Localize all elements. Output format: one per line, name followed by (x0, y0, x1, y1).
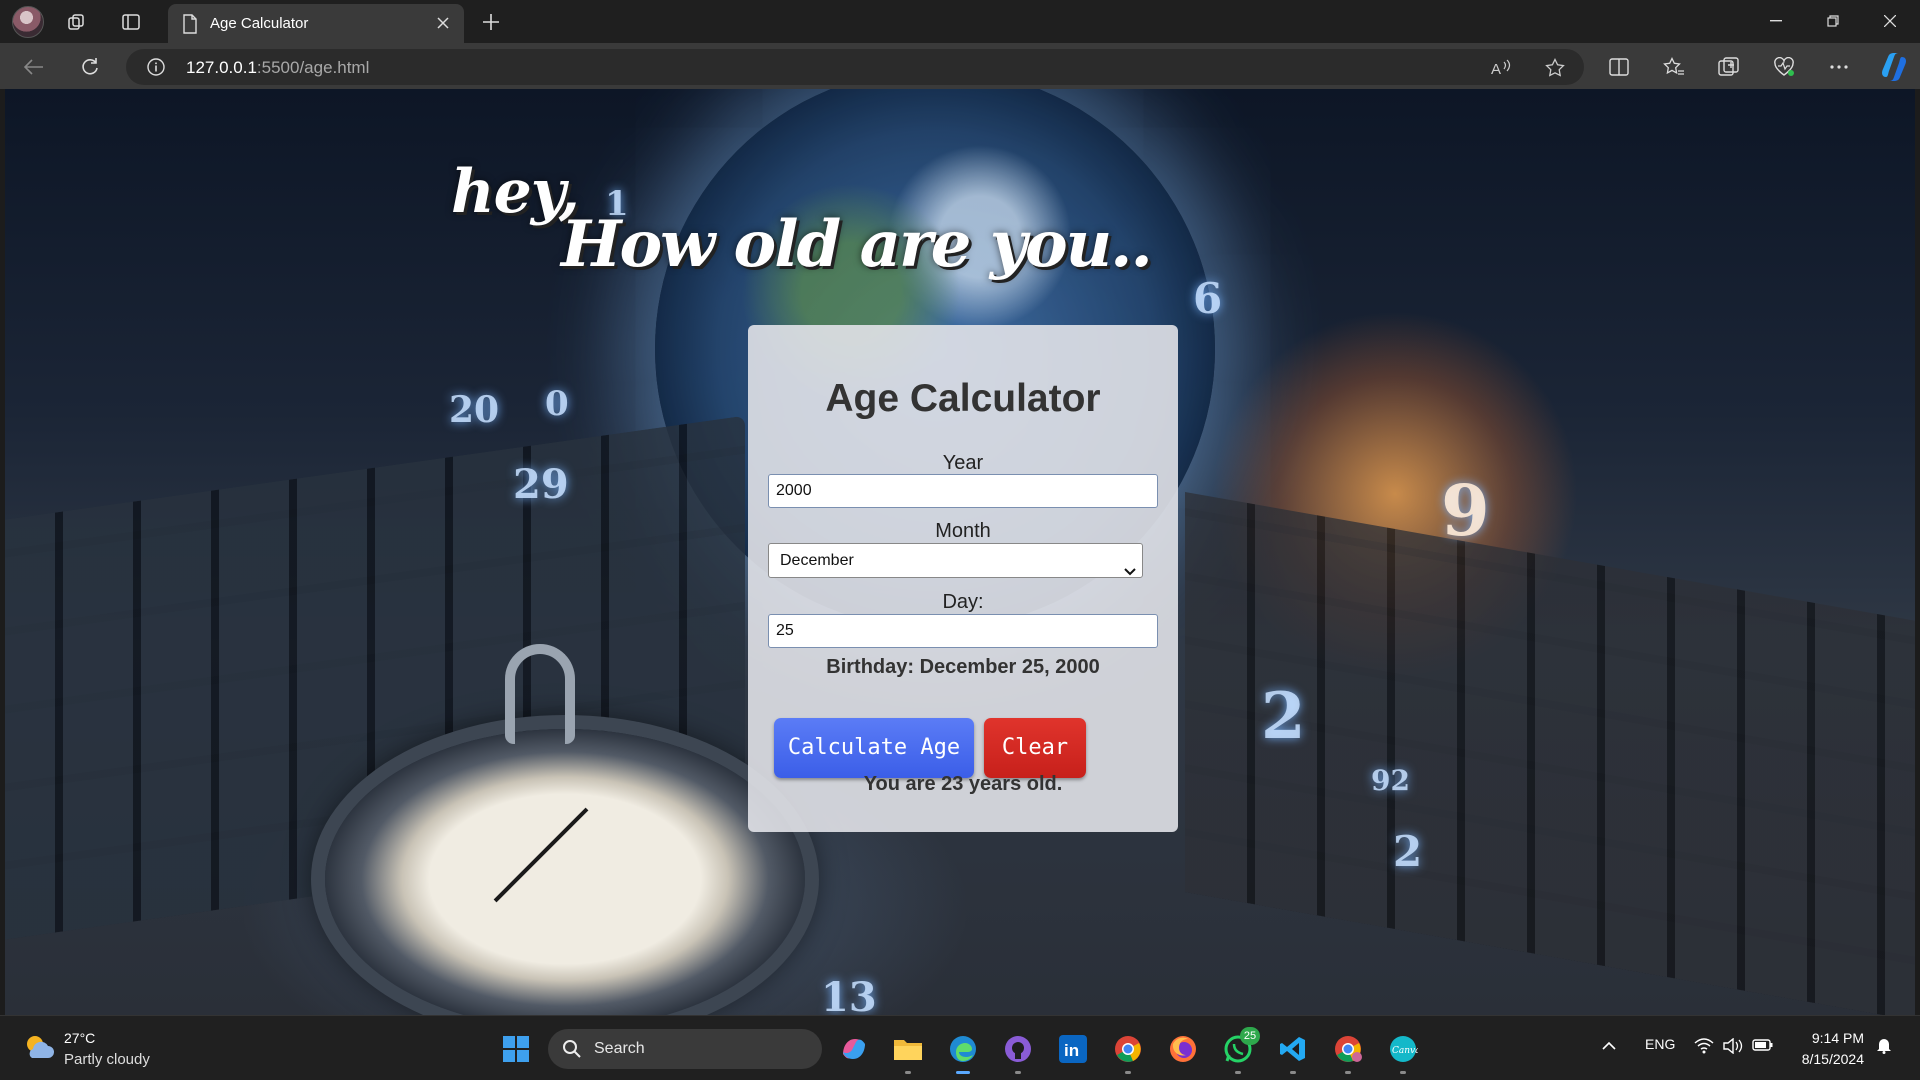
floating-number: 29 (513, 461, 569, 508)
close-tab-icon[interactable] (432, 12, 454, 34)
more-options-icon[interactable] (1823, 51, 1855, 83)
address-bar[interactable]: 127.0.0.1:5500/age.html A (126, 49, 1584, 85)
browser-toolbar: 127.0.0.1:5500/age.html A (0, 43, 1920, 89)
document-icon (182, 14, 198, 39)
heading-hey: hey, (451, 157, 580, 227)
clock-date[interactable]: 8/15/2024 (1790, 1051, 1864, 1067)
weather-temperature[interactable]: 27°C (64, 1030, 95, 1046)
canva-icon[interactable]: Canva (1385, 1031, 1421, 1074)
chrome-profile-icon[interactable] (1330, 1031, 1366, 1074)
clock-time[interactable]: 9:14 PM (1808, 1030, 1864, 1046)
copilot-app-icon[interactable] (836, 1031, 872, 1067)
weather-description[interactable]: Partly cloudy (64, 1051, 150, 1068)
svg-text:Canva: Canva (1392, 1046, 1418, 1056)
year-input[interactable]: 2000 (768, 474, 1158, 508)
calculate-age-button[interactable]: Calculate Age (774, 718, 974, 778)
restore-icon[interactable] (1813, 6, 1853, 36)
profile-avatar[interactable] (12, 6, 44, 38)
clear-button[interactable]: Clear (984, 718, 1086, 778)
floating-number: 0 (545, 384, 569, 424)
month-label: Month (935, 520, 991, 542)
split-screen-icon[interactable] (1603, 51, 1635, 83)
favorites-icon[interactable] (1658, 51, 1690, 83)
language-indicator[interactable]: ENG (1645, 1036, 1675, 1052)
chrome-icon[interactable] (1110, 1031, 1146, 1074)
active-indicator (956, 1071, 970, 1074)
floating-number: 92 (1371, 764, 1410, 797)
copilot-icon[interactable] (1878, 51, 1910, 83)
favorite-star-icon[interactable] (1542, 55, 1568, 81)
svg-text:A: A (1491, 61, 1501, 78)
github-desktop-icon[interactable] (1000, 1031, 1036, 1074)
floating-number: 9 (1441, 469, 1490, 552)
floating-number: 2 (1393, 827, 1423, 876)
partly-cloudy-icon[interactable] (22, 1032, 56, 1062)
stopwatch-background-art (325, 729, 805, 1015)
running-indicator (1125, 1071, 1131, 1074)
windows-start-icon[interactable] (498, 1031, 534, 1067)
site-info-icon[interactable] (146, 57, 166, 82)
battery-icon[interactable] (1752, 1038, 1774, 1055)
search-placeholder: Search (594, 1040, 645, 1057)
year-label: Year (942, 452, 984, 474)
running-indicator (905, 1071, 911, 1074)
running-indicator (1290, 1071, 1296, 1074)
browser-essentials-icon[interactable] (1768, 51, 1800, 83)
taskbar-search[interactable]: Search (548, 1029, 822, 1069)
page-viewport: 1 6 20 0 29 9 2 92 2 13 hey, How old are… (5, 89, 1915, 1015)
collections-icon[interactable] (1713, 51, 1745, 83)
notification-bell-icon[interactable] (1876, 1036, 1892, 1057)
running-indicator (1015, 1071, 1021, 1074)
back-icon[interactable] (18, 51, 50, 83)
floating-number: 2 (1261, 679, 1306, 754)
whatsapp-icon[interactable]: 25 (1220, 1027, 1260, 1074)
tab-age-calculator[interactable]: Age Calculator (168, 4, 464, 43)
workspaces-icon[interactable] (62, 7, 92, 37)
minimize-icon[interactable] (1756, 6, 1796, 36)
vscode-icon[interactable] (1275, 1031, 1311, 1074)
refresh-icon[interactable] (74, 51, 106, 83)
tab-title: Age Calculator (210, 15, 309, 32)
close-window-icon[interactable] (1870, 6, 1910, 36)
url-text: 127.0.0.1:5500/age.html (186, 58, 370, 77)
floating-number: 13 (821, 974, 877, 1015)
day-input[interactable]: 25 (768, 614, 1158, 648)
running-indicator (1345, 1071, 1351, 1074)
tab-actions-icon[interactable] (116, 7, 146, 37)
file-explorer-icon[interactable] (890, 1031, 926, 1074)
stopwatch-crown-art (505, 644, 575, 744)
running-indicator (1400, 1071, 1406, 1074)
card-title: Age Calculator (825, 377, 1101, 420)
result-text: You are 23 years old. (863, 773, 1063, 795)
edge-icon[interactable] (945, 1031, 981, 1074)
month-selected-value: December (780, 552, 854, 569)
search-icon (562, 1039, 582, 1064)
firefox-icon[interactable] (1165, 1031, 1201, 1067)
running-indicator (1235, 1071, 1241, 1074)
floating-number: 20 (449, 389, 500, 431)
read-aloud-icon[interactable]: A (1488, 55, 1514, 81)
notification-badge: 25 (1240, 1027, 1260, 1045)
heading-how-old: How old are you.. (561, 207, 1153, 282)
wifi-icon[interactable] (1694, 1038, 1714, 1057)
age-calculator-card: Age Calculator Year 2000 Month December … (748, 325, 1178, 832)
svg-text:in: in (1064, 1041, 1079, 1060)
floating-number: 6 (1193, 274, 1223, 323)
browser-tab-bar: Age Calculator (0, 0, 1920, 43)
month-select[interactable]: December (768, 543, 1143, 578)
volume-icon[interactable] (1723, 1037, 1743, 1057)
day-label: Day: (942, 591, 984, 613)
chevron-down-icon (1124, 555, 1136, 588)
linkedin-icon[interactable]: in (1055, 1031, 1091, 1067)
new-tab-icon[interactable] (476, 7, 506, 37)
windows-taskbar: 27°C Partly cloudy Search in 25 Canva EN… (0, 1015, 1920, 1080)
birthday-text: Birthday: December 25, 2000 (826, 656, 1100, 678)
show-hidden-icons-chevron-icon[interactable] (1602, 1038, 1616, 1054)
